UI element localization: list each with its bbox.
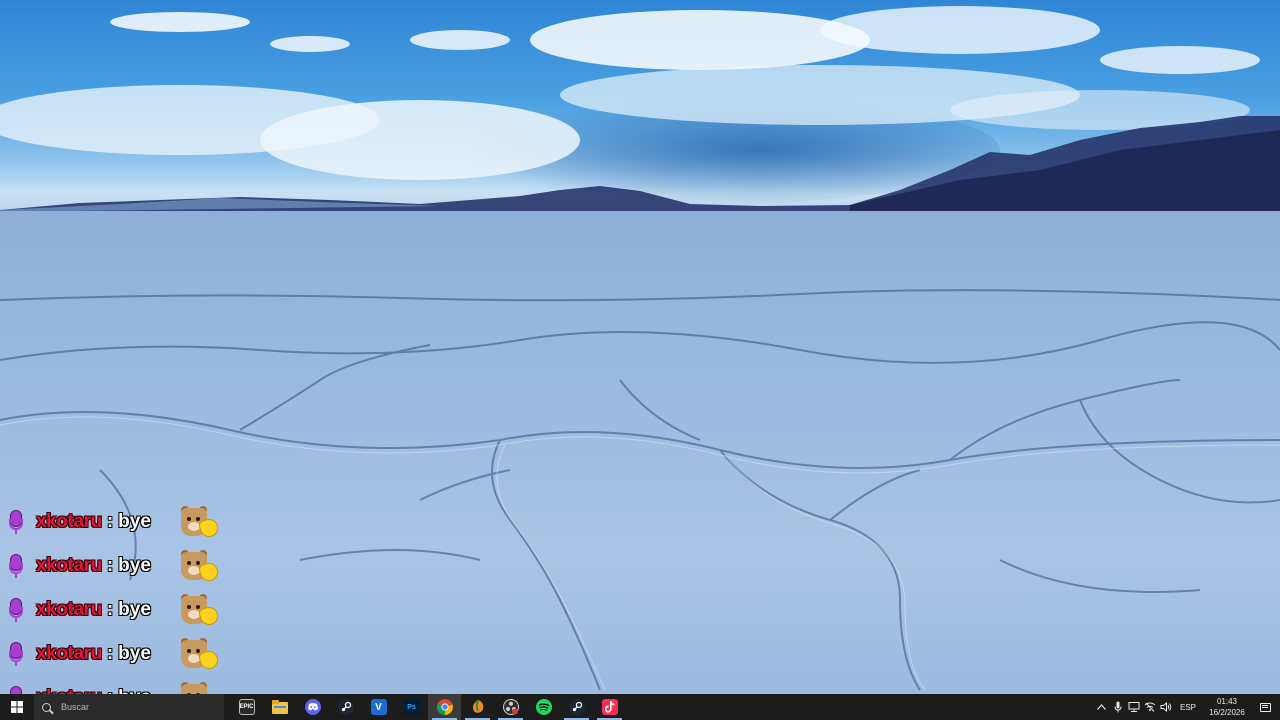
taskbar-tiktok[interactable] (593, 694, 626, 720)
no-signal-icon[interactable] (1142, 694, 1158, 720)
tiktok-icon (601, 699, 618, 715)
network-icon[interactable] (1126, 694, 1142, 720)
taskbar-spotify[interactable] (527, 694, 560, 720)
taskbar-epic-games[interactable]: EPIC (230, 694, 263, 720)
chat-separator: : (106, 599, 114, 620)
microphone-icon (6, 639, 26, 669)
taskbar-steam-2[interactable] (560, 694, 593, 720)
chat-username: xkotaru (36, 599, 102, 620)
start-button[interactable] (0, 694, 34, 720)
taskbar-obs[interactable] (494, 694, 527, 720)
file-explorer-icon (271, 700, 288, 714)
taskbar-apps: EPIC V Ps (230, 694, 626, 720)
photoshop-icon: Ps (403, 699, 420, 715)
taskbar-search-box[interactable]: Buscar (34, 694, 224, 720)
obs-icon (502, 699, 519, 715)
epic-games-icon: EPIC (238, 699, 255, 715)
fl-studio-icon (472, 699, 483, 713)
notification-center-button[interactable] (1250, 694, 1280, 720)
chat-message: xkotaru : bye (6, 504, 220, 540)
taskbar-file-explorer[interactable] (263, 694, 296, 720)
spotify-icon (535, 699, 552, 715)
chat-text: bye (118, 643, 151, 664)
volume-icon[interactable] (1158, 694, 1174, 720)
chrome-icon (436, 699, 453, 715)
chat-text: bye (118, 555, 151, 576)
chevron-up-icon[interactable] (1094, 694, 1110, 720)
hamster-emote-icon (179, 594, 220, 627)
taskbar-photoshop[interactable]: Ps (395, 694, 428, 720)
clock-date: 16/2/2026 (1209, 708, 1245, 717)
taskbar-discord[interactable] (296, 694, 329, 720)
windows-logo-icon (11, 701, 23, 713)
hamster-emote-icon (179, 550, 220, 583)
chat-message: xkotaru : bye (6, 592, 220, 628)
microphone-icon (6, 551, 26, 581)
hamster-emote-icon (179, 638, 220, 671)
microphone-icon (6, 507, 26, 537)
chat-separator: : (106, 511, 114, 532)
chat-username: xkotaru (36, 555, 102, 576)
chat-text: bye (118, 511, 151, 532)
chat-separator: : (106, 555, 114, 576)
chat-text: bye (118, 599, 151, 620)
chat-message: xkotaru : bye (6, 636, 220, 672)
steam-icon (337, 699, 354, 715)
taskbar-vegas[interactable]: V (362, 694, 395, 720)
vegas-icon: V (370, 699, 387, 715)
clock-time: 01:43 (1216, 697, 1238, 706)
taskbar: Buscar EPIC V Ps ESP 01:43 16/2/2026 (0, 694, 1280, 720)
system-tray: ESP 01:43 16/2/2026 (1094, 694, 1280, 720)
chat-message: xkotaru : bye (6, 548, 220, 584)
taskbar-fl-studio[interactable] (461, 694, 494, 720)
hamster-emote-icon (179, 506, 220, 539)
chat-separator: : (106, 643, 114, 664)
steam-icon-2 (568, 699, 585, 715)
search-placeholder: Buscar (61, 702, 90, 712)
chat-username: xkotaru (36, 643, 102, 664)
notification-icon (1259, 702, 1271, 712)
language-indicator[interactable]: ESP (1180, 703, 1196, 712)
microphone-icon (6, 595, 26, 625)
search-icon (42, 702, 51, 712)
taskbar-steam[interactable] (329, 694, 362, 720)
chat-username: xkotaru (36, 511, 102, 532)
discord-icon (304, 699, 321, 715)
taskbar-chrome[interactable] (428, 694, 461, 720)
clock[interactable]: 01:43 16/2/2026 (1204, 696, 1250, 718)
microphone-tray-icon[interactable] (1110, 694, 1126, 720)
